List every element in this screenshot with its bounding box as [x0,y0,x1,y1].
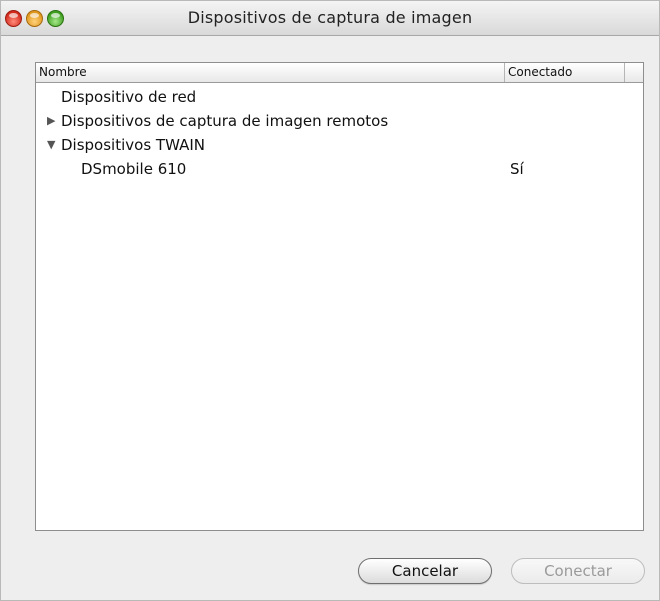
table-header: Nombre Conectado [36,63,643,83]
column-header-connected[interactable]: Conectado [505,63,625,82]
disclosure-triangle-collapsed-icon[interactable]: ▶ [47,109,55,133]
window-title: Dispositivos de captura de imagen [187,8,473,27]
table-row-network-device[interactable]: Dispositivo de red [36,85,643,109]
row-label: Dispositivos de captura de imagen remoto… [61,112,389,130]
column-header-filler [625,63,643,82]
cancel-button[interactable]: Cancelar [358,558,492,584]
capture-devices-dialog: Dispositivos de captura de imagen Nombre… [0,0,660,601]
column-header-name[interactable]: Nombre [36,63,505,82]
connect-button[interactable]: Conectar [511,558,645,584]
table-row-twain-devices[interactable]: ▼ Dispositivos TWAIN [36,133,643,157]
title-bar: Dispositivos de captura de imagen [1,1,659,36]
row-label: Dispositivo de red [61,88,197,106]
disclosure-triangle-expanded-icon[interactable]: ▼ [47,133,55,157]
table-row-dsmobile-610[interactable]: DSmobile 610 Sí [36,157,643,181]
row-connected-value: Sí [510,160,524,178]
row-label: DSmobile 610 [81,160,187,178]
table-row-remote-devices[interactable]: ▶ Dispositivos de captura de imagen remo… [36,109,643,133]
row-label: Dispositivos TWAIN [61,136,205,154]
devices-table[interactable]: Nombre Conectado Dispositivo de red ▶ Di… [35,62,644,531]
